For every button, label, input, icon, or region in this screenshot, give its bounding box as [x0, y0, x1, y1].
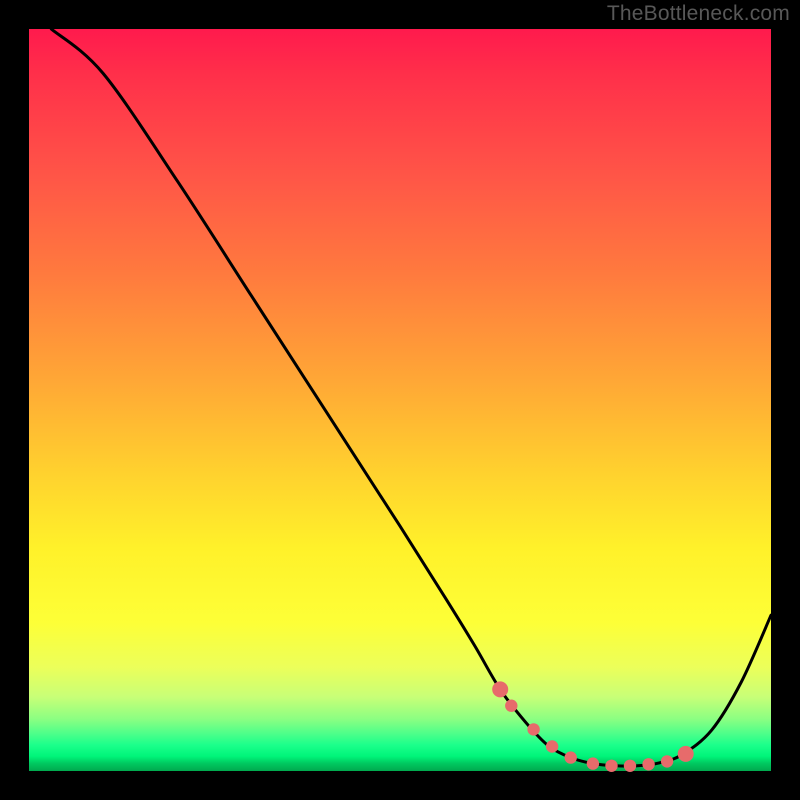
marker-dot [492, 681, 508, 697]
marker-dot [587, 757, 599, 769]
marker-dot [527, 723, 539, 735]
marker-dot [605, 760, 617, 772]
marker-dot [642, 758, 654, 770]
plot-area [29, 29, 771, 771]
marker-dot [678, 746, 694, 762]
watermark-text: TheBottleneck.com [607, 2, 790, 26]
marker-dot [505, 700, 517, 712]
curve-line [51, 29, 771, 766]
marker-dot [546, 740, 558, 752]
chart-frame: TheBottleneck.com [0, 0, 800, 800]
marker-dot [624, 760, 636, 772]
marker-dot [565, 751, 577, 763]
chart-svg [29, 29, 771, 771]
marker-dot [661, 755, 673, 767]
highlight-markers [492, 681, 694, 772]
